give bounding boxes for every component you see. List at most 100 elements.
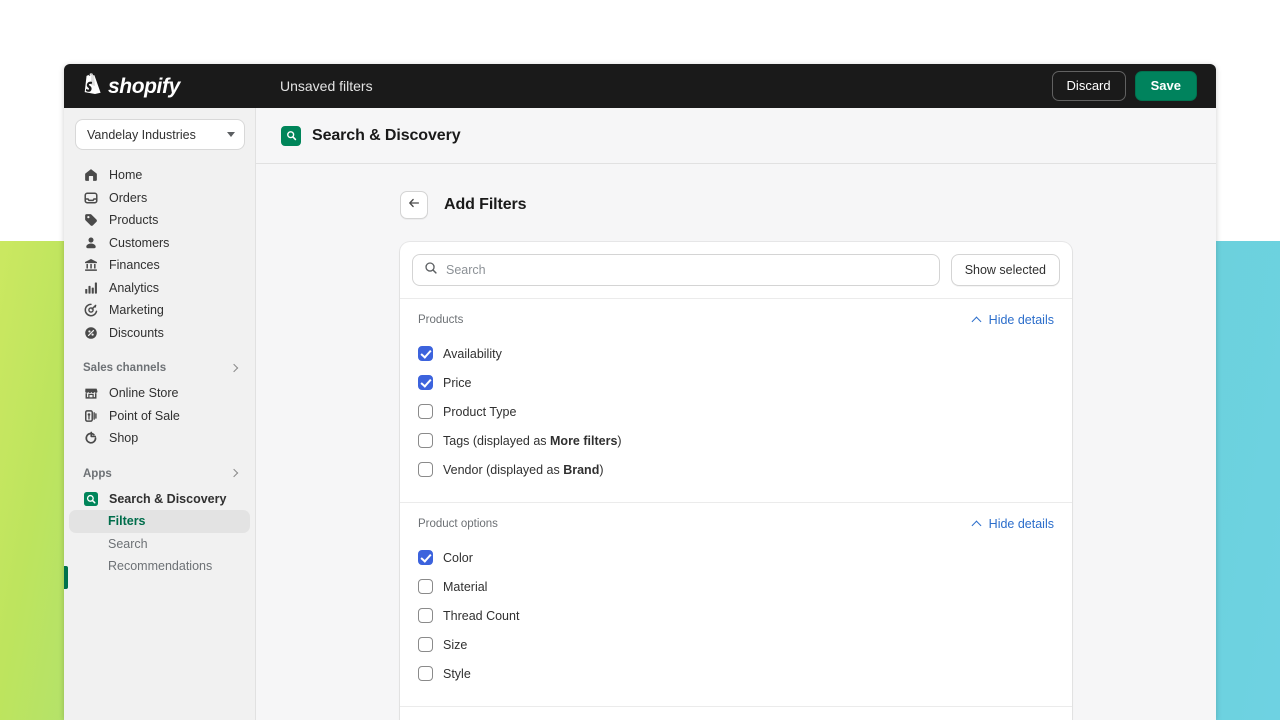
sidebar-item-orders[interactable]: Orders bbox=[69, 187, 250, 210]
hide-details-toggle-product-options[interactable]: Hide details bbox=[971, 517, 1054, 531]
sidebar-item-analytics[interactable]: Analytics bbox=[69, 277, 250, 300]
sidebar-item-shop[interactable]: Shop bbox=[69, 427, 250, 450]
label-suffix: ) bbox=[599, 462, 604, 477]
filter-option-label: Size bbox=[443, 637, 468, 652]
filter-group-header: Products Hide details bbox=[418, 313, 1054, 327]
page-header: Add Filters bbox=[400, 191, 1072, 219]
chevron-right-icon[interactable] bbox=[229, 468, 240, 479]
filter-option-size[interactable]: Size bbox=[418, 630, 1054, 659]
filter-option-label: Style bbox=[443, 666, 471, 681]
filter-option-color[interactable]: Color bbox=[418, 543, 1054, 572]
content-scroll-area[interactable]: Add Filters Sh bbox=[256, 164, 1216, 720]
sidebar-item-point-of-sale[interactable]: Point of Sale bbox=[69, 405, 250, 428]
home-icon bbox=[83, 167, 99, 183]
bar-chart-icon bbox=[83, 280, 99, 296]
sidebar-item-home[interactable]: Home bbox=[69, 164, 250, 187]
search-discovery-icon bbox=[281, 125, 301, 146]
checkbox[interactable] bbox=[418, 433, 433, 448]
chevron-right-icon[interactable] bbox=[229, 363, 240, 374]
bank-icon bbox=[83, 257, 99, 273]
search-input[interactable] bbox=[446, 263, 928, 277]
filter-option-vendor[interactable]: Vendor (displayed as Brand) bbox=[418, 455, 1054, 484]
sidebar-item-products[interactable]: Products bbox=[69, 209, 250, 232]
window-body: Vandelay Industries Home Orders Products… bbox=[64, 108, 1216, 720]
sidebar-item-search-and-discovery[interactable]: Search & Discovery bbox=[69, 488, 250, 511]
app-title: Search & Discovery bbox=[312, 126, 461, 144]
checkbox[interactable] bbox=[418, 346, 433, 361]
filter-option-label: Vendor (displayed as Brand) bbox=[443, 463, 604, 477]
search-discovery-icon bbox=[83, 491, 99, 507]
show-selected-button[interactable]: Show selected bbox=[950, 254, 1060, 286]
shopify-logo[interactable]: shopify bbox=[64, 72, 256, 100]
hide-details-label: Hide details bbox=[988, 517, 1054, 531]
sidebar-item-customers[interactable]: Customers bbox=[69, 232, 250, 255]
label-prefix: Vendor (displayed as bbox=[443, 462, 564, 477]
checkbox[interactable] bbox=[418, 579, 433, 594]
sidebar-item-discounts[interactable]: Discounts bbox=[69, 322, 250, 345]
content-container: Add Filters Sh bbox=[400, 191, 1072, 720]
filter-option-style[interactable]: Style bbox=[418, 659, 1054, 688]
sidebar-item-marketing[interactable]: Marketing bbox=[69, 299, 250, 322]
sidebar-section-apps[interactable]: Apps bbox=[69, 463, 250, 485]
filter-option-tags[interactable]: Tags (displayed as More filters) bbox=[418, 426, 1054, 455]
search-icon bbox=[424, 261, 438, 280]
filter-group-title: Products bbox=[418, 314, 464, 326]
discount-percent-icon bbox=[83, 325, 99, 341]
filter-group-title: Product options bbox=[418, 518, 498, 530]
page-title: Add Filters bbox=[444, 196, 527, 213]
filter-group-next-partial bbox=[400, 707, 1072, 720]
checkbox[interactable] bbox=[418, 637, 433, 652]
checkbox[interactable] bbox=[418, 375, 433, 390]
checkbox[interactable] bbox=[418, 608, 433, 623]
orders-inbox-icon bbox=[83, 190, 99, 206]
sidebar-item-finances[interactable]: Finances bbox=[69, 254, 250, 277]
storefront-icon bbox=[83, 385, 99, 401]
sidebar-item-online-store[interactable]: Online Store bbox=[69, 382, 250, 405]
sidebar-subitem-recommendations[interactable]: Recommendations bbox=[69, 555, 250, 578]
label-suffix: ) bbox=[617, 433, 622, 448]
sidebar-subitem-search[interactable]: Search bbox=[69, 533, 250, 556]
main-content: Search & Discovery Add Filters Search Sh… bbox=[256, 108, 1216, 720]
filter-option-label: Product Type bbox=[443, 404, 517, 419]
shopify-wordmark: shopify bbox=[108, 74, 180, 98]
sidebar-item-label: Search & Discovery bbox=[109, 491, 227, 506]
search-field[interactable] bbox=[412, 254, 940, 286]
sidebar-item-label: Discounts bbox=[109, 325, 164, 340]
checkbox[interactable] bbox=[418, 666, 433, 681]
sidebar-item-label: Orders bbox=[109, 190, 148, 205]
product-tag-icon bbox=[83, 212, 99, 228]
section-label: Apps bbox=[83, 467, 112, 480]
filter-option-product-type[interactable]: Product Type bbox=[418, 397, 1054, 426]
filter-option-price[interactable]: Price bbox=[418, 368, 1054, 397]
sidebar: Vandelay Industries Home Orders Products… bbox=[64, 108, 256, 720]
sidebar-item-label: Analytics bbox=[109, 280, 160, 295]
filter-option-material[interactable]: Material bbox=[418, 572, 1054, 601]
filters-card: Show selected Products Hide details bbox=[400, 242, 1072, 720]
filter-option-availability[interactable]: Availability bbox=[418, 339, 1054, 368]
sidebar-item-label: Home bbox=[109, 168, 143, 183]
back-button[interactable] bbox=[400, 191, 428, 219]
sidebar-subitem-filters[interactable]: Filters bbox=[69, 510, 250, 533]
hide-details-toggle-products[interactable]: Hide details bbox=[971, 313, 1054, 327]
filter-group-products: Products Hide details Availability Price… bbox=[400, 299, 1072, 503]
search-row: Show selected bbox=[400, 242, 1072, 299]
checkbox[interactable] bbox=[418, 550, 433, 565]
label-emphasis: Brand bbox=[563, 462, 600, 477]
sidebar-section-sales-channels[interactable]: Sales channels bbox=[69, 357, 250, 379]
discard-button[interactable]: Discard bbox=[1051, 70, 1126, 102]
filter-option-label: Material bbox=[443, 579, 488, 594]
browser-window: shopify Unsaved filters Discard Save Van… bbox=[64, 64, 1216, 720]
filter-group-product-options: Product options Hide details Color Mater… bbox=[400, 503, 1072, 707]
section-label: Sales channels bbox=[83, 362, 167, 374]
store-switcher[interactable]: Vandelay Industries bbox=[75, 119, 245, 150]
checkbox[interactable] bbox=[418, 404, 433, 419]
sidebar-item-label: Marketing bbox=[109, 303, 164, 318]
filter-option-thread-count[interactable]: Thread Count bbox=[418, 601, 1054, 630]
store-name-label: Vandelay Industries bbox=[87, 127, 196, 142]
filter-option-label: Availability bbox=[443, 346, 502, 361]
shopify-bag-icon bbox=[81, 72, 101, 100]
checkbox[interactable] bbox=[418, 462, 433, 477]
save-button[interactable]: Save bbox=[1134, 70, 1197, 102]
app-header: Search & Discovery bbox=[256, 108, 1216, 164]
page-backdrop: shopify Unsaved filters Discard Save Van… bbox=[0, 0, 1280, 720]
